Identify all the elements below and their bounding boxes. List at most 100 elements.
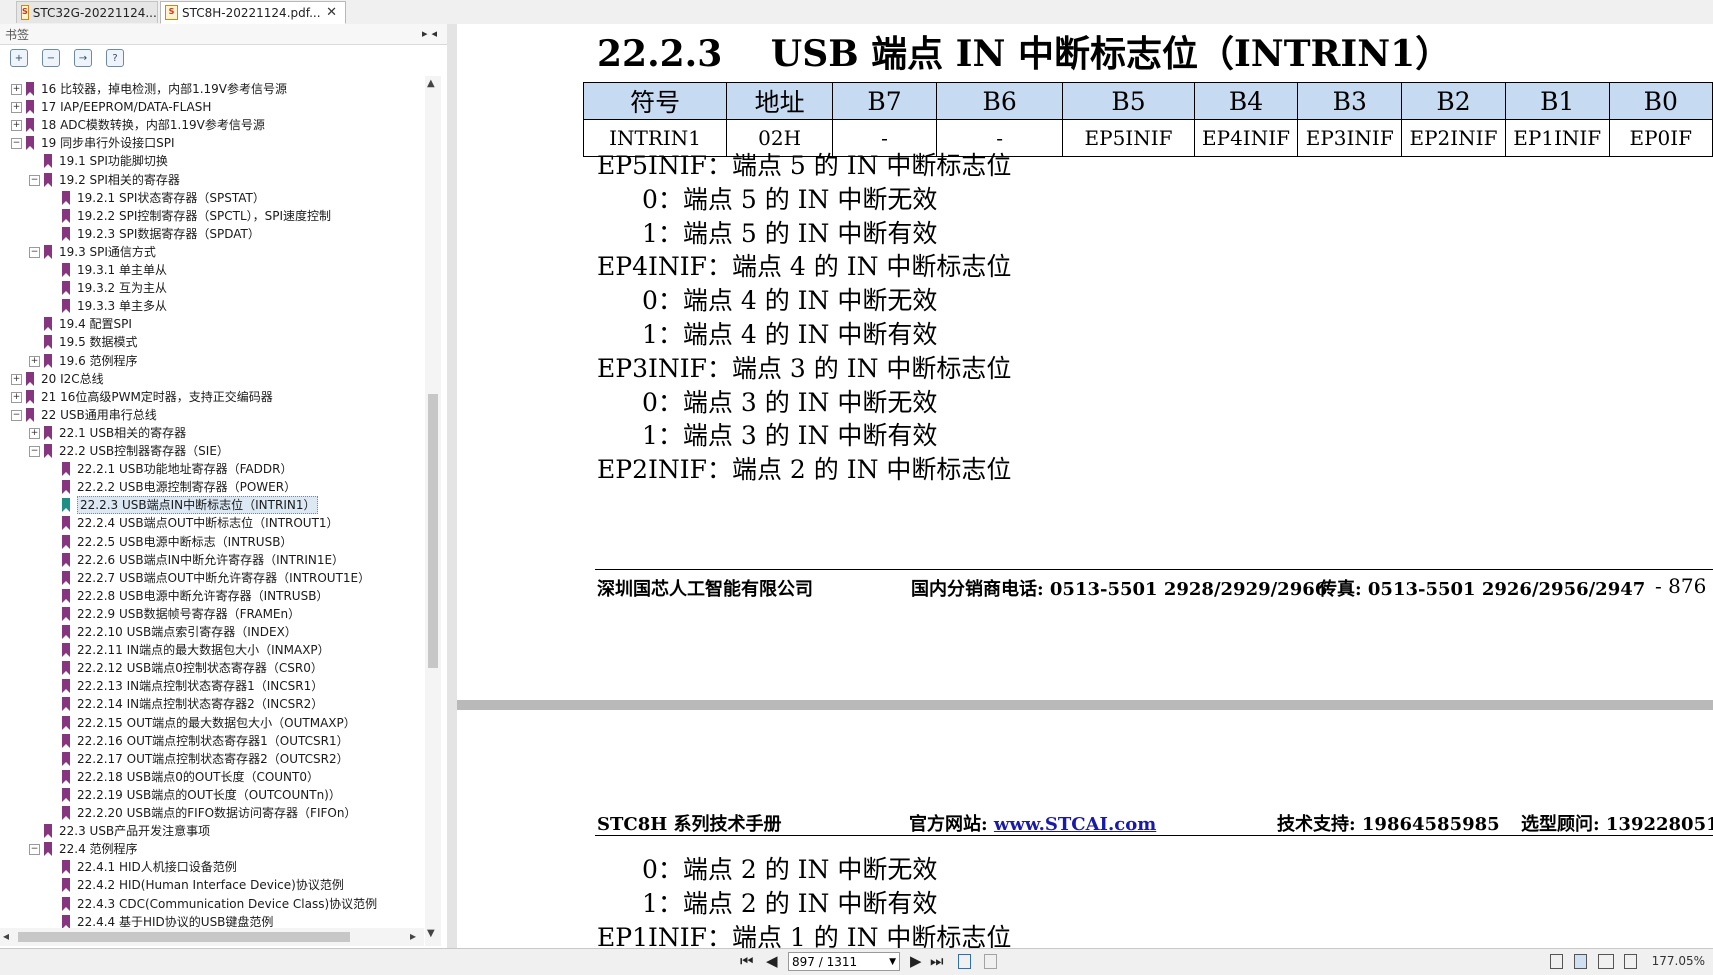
bookmark-item[interactable]: +18 ADC模数转换，内部1.19V参考信号源 [0, 116, 424, 134]
bookmark-item[interactable]: 22.4.2 HID(Human Interface Device)协议范例 [0, 876, 424, 894]
bookmark-item[interactable]: 22.2.6 USB端点IN中断允许寄存器（INTRIN1E） [0, 551, 424, 569]
bookmark-item[interactable]: 22.2.18 USB端点0的OUT长度（COUNT0） [0, 768, 424, 786]
bookmark-item[interactable]: +17 IAP/EEPROM/DATA-FLASH [0, 98, 424, 116]
bookmark-item[interactable]: 19.1 SPI功能脚切换 [0, 152, 424, 170]
chevron-down-icon[interactable]: ▼ [889, 953, 896, 972]
scroll-up-icon[interactable]: ▲ [427, 78, 435, 89]
bookmark-item[interactable]: 22.2.11 IN端点的最大数据包大小（INMAXP） [0, 641, 424, 659]
expand-icon[interactable]: + [11, 102, 22, 114]
fit-page-icon[interactable] [958, 954, 971, 969]
bookmark-item[interactable]: 22.2.4 USB端点OUT中断标志位（INTROUT1） [0, 514, 424, 532]
bookmark-add-icon[interactable]: + [10, 49, 28, 67]
close-icon[interactable]: ✕ [326, 5, 337, 20]
sidebar-vertical-scrollbar[interactable]: ▲ ▼ [425, 76, 441, 946]
scroll-left-icon[interactable]: ◂ [3, 929, 9, 943]
expand-icon[interactable]: + [29, 355, 40, 367]
expand-icon[interactable]: + [11, 120, 22, 132]
bookmark-label: 22.2.17 OUT端点控制状态寄存器2（OUTCSR2） [77, 751, 349, 766]
bookmark-item[interactable]: − 19 同步串行外设接口SPI [0, 134, 424, 152]
bookmark-item[interactable]: +20 I2C总线 [0, 370, 424, 388]
bookmark-item[interactable]: 22.2.2 USB电源控制寄存器（POWER） [0, 478, 424, 496]
scroll-thumb[interactable] [428, 394, 438, 668]
page-number-input[interactable]: 897 / 1311 ▼ [788, 952, 900, 971]
bookmark-item[interactable]: 22.2.13 IN端点控制状态寄存器1（INCSR1） [0, 677, 424, 695]
tab-stc8h[interactable]: S STC8H-20221124.pdf... ✕ [160, 1, 346, 24]
book-view-icon[interactable] [1624, 954, 1637, 969]
bookmark-item[interactable]: +22.1 USB相关的寄存器 [0, 424, 424, 442]
bookmark-item[interactable]: +21 16位高级PWM定时器，支持正交编码器 [0, 388, 424, 406]
bookmark-item[interactable]: 22.2.7 USB端点OUT中断允许寄存器（INTROUT1E） [0, 569, 424, 587]
collapse-icon[interactable]: − [11, 409, 22, 421]
bookmark-item[interactable]: 22.2.12 USB端点0控制状态寄存器（CSR0） [0, 659, 424, 677]
bookmark-item[interactable]: 22.2.14 IN端点控制状态寄存器2（INCSR2） [0, 695, 424, 713]
expand-icon[interactable]: + [11, 84, 22, 95]
sidebar-collapse-button[interactable]: ▸◂ [422, 27, 441, 40]
bookmark-item[interactable]: 22.2.8 USB电源中断允许寄存器（INTRUSB） [0, 587, 424, 605]
collapse-icon[interactable]: − [29, 246, 40, 258]
bookmark-item[interactable]: 22.4.3 CDC(Communication Device Class)协议… [0, 895, 424, 913]
website-link[interactable]: www.STCAI.com [994, 814, 1156, 835]
scroll-right-icon[interactable]: ▸ [410, 929, 416, 943]
expand-icon[interactable]: + [11, 373, 22, 385]
next-page-icon[interactable]: ▶ [910, 952, 922, 970]
collapse-icon[interactable]: − [11, 138, 22, 150]
bookmark-label: 22.2.20 USB端点的FIFO数据访问寄存器（FIFOn） [77, 806, 357, 820]
scroll-thumb[interactable] [18, 932, 350, 942]
sidebar-horizontal-scrollbar[interactable]: ◂ ▸ [0, 928, 424, 946]
bookmark-goto-icon[interactable]: → [74, 49, 92, 67]
bookmark-item[interactable]: 19.3.3 单主多从 [0, 297, 424, 315]
bookmark-remove-icon[interactable]: − [42, 49, 60, 67]
single-page-icon[interactable] [1550, 954, 1563, 969]
bookmark-item[interactable]: 22.3 USB产品开发注意事项 [0, 822, 424, 840]
bookmark-icon [62, 661, 70, 676]
first-page-icon[interactable]: ⏮ [740, 952, 754, 970]
bookmark-item[interactable]: 19.4 配置SPI [0, 315, 424, 333]
bookmark-item[interactable]: 22.2.20 USB端点的FIFO数据访问寄存器（FIFOn） [0, 804, 424, 822]
collapse-icon[interactable]: − [29, 446, 40, 457]
bookmark-item[interactable]: 22.2.1 USB功能地址寄存器（FADDR） [0, 460, 424, 478]
last-page-icon[interactable]: ⏭ [930, 952, 944, 970]
bookmark-item[interactable]: 19.2.2 SPI控制寄存器（SPCTL），SPI速度控制 [0, 207, 424, 225]
collapse-icon[interactable]: − [29, 174, 40, 186]
bookmark-item[interactable]: 22.2.10 USB端点索引寄存器（INDEX） [0, 623, 424, 641]
bookmark-item[interactable]: − 22 USB通用串行总线 [0, 406, 424, 424]
zoom-level[interactable]: 177.05% [1652, 954, 1705, 968]
bookmark-item[interactable]: 19.2.3 SPI数据寄存器（SPDAT） [0, 225, 424, 243]
description-line: EP1INIF：端点 1 的 IN 中断标志位 [597, 922, 1012, 948]
collapse-icon[interactable]: − [29, 844, 40, 856]
bookmark-icon [44, 172, 52, 187]
bookmark-find-icon[interactable]: ? [106, 49, 124, 67]
bookmark-item[interactable]: 19.2.1 SPI状态寄存器（SPSTAT） [0, 189, 424, 207]
bookmark-icon [44, 335, 52, 350]
bookmark-item[interactable]: 22.4.1 HID人机接口设备范例 [0, 858, 424, 876]
expand-icon[interactable]: + [11, 391, 22, 403]
bookmark-item[interactable]: 19.5 数据模式 [0, 333, 424, 351]
sidebar-splitter[interactable] [447, 24, 457, 948]
bookmark-item[interactable]: 22.2.19 USB端点的OUT长度（OUTCOUNTn)） [0, 786, 424, 804]
document-viewer[interactable]: 22.2.3 USB 端点 IN 中断标志位（INTRIN1） 符号 地址 B7… [457, 24, 1713, 948]
bookmark-item[interactable]: 19.3.1 单主单从 [0, 261, 424, 279]
bookmark-item[interactable]: +16 比较器，掉电检测，内部1.19V参考信号源 [0, 80, 424, 98]
bookmark-item[interactable]: 19.3.2 互为主从 [0, 279, 424, 297]
bookmark-icon [26, 82, 34, 96]
bookmark-item[interactable]: − 22.2 USB控制器寄存器（SIE） [0, 442, 424, 460]
facing-page-icon[interactable] [1598, 954, 1614, 969]
bookmark-item[interactable]: 22.2.9 USB数据帧号寄存器（FRAMEn） [0, 605, 424, 623]
bookmark-item[interactable]: − 19.2 SPI相关的寄存器 [0, 171, 424, 189]
bookmark-item[interactable]: 22.2.15 OUT端点的最大数据包大小（OUTMAXP） [0, 714, 424, 732]
bookmark-label: 19.1 SPI功能脚切换 [59, 154, 168, 169]
prev-page-icon[interactable]: ◀ [766, 952, 778, 970]
bookmark-item[interactable]: − 19.3 SPI通信方式 [0, 243, 424, 261]
continuous-page-icon[interactable] [1574, 954, 1587, 969]
expand-icon[interactable]: + [29, 427, 40, 439]
scroll-down-icon[interactable]: ▼ [427, 928, 435, 939]
bookmark-icon [44, 317, 52, 332]
fit-width-icon[interactable] [984, 954, 997, 969]
bookmark-item[interactable]: 22.2.17 OUT端点控制状态寄存器2（OUTCSR2） [0, 750, 424, 768]
bookmark-item[interactable]: +19.6 范例程序 [0, 352, 424, 370]
tab-stc32g[interactable]: S STC32G-20221124.... [16, 1, 158, 23]
bookmark-item[interactable]: 22.2.3 USB端点IN中断标志位（INTRIN1） [0, 496, 424, 515]
bookmark-item[interactable]: 22.2.16 OUT端点控制状态寄存器1（OUTCSR1） [0, 732, 424, 750]
bookmark-item[interactable]: − 22.4 范例程序 [0, 840, 424, 858]
bookmark-item[interactable]: 22.2.5 USB电源中断标志（INTRUSB） [0, 533, 424, 551]
